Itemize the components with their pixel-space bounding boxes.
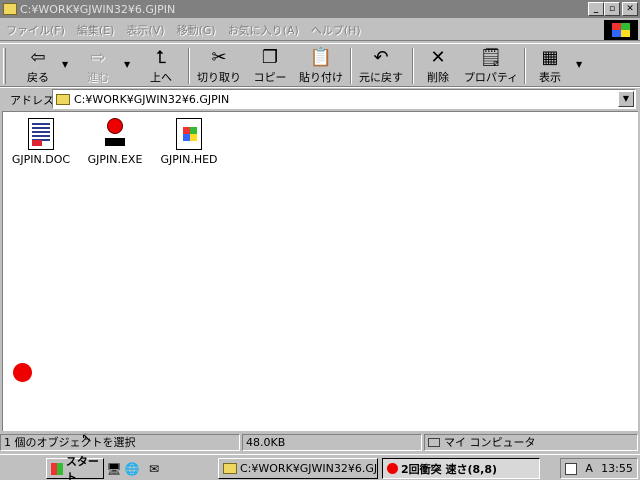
desktop-icon[interactable]: 🖥 <box>106 461 122 477</box>
menu-bar: ファイル(F) 編集(E) 表示(V) 移動(G) お気に入り(A) ヘルプ(H… <box>0 19 640 41</box>
red-ball[interactable] <box>13 363 32 382</box>
ime-indicator[interactable]: A <box>585 462 593 475</box>
address-bar: アドレス C:¥WORK¥GJWIN32¥6.GJPIN ▼ <box>0 87 640 109</box>
taskbar-explorer-task[interactable]: C:¥WORK¥GJWIN32¥6.GJ... <box>218 458 378 479</box>
status-size: 48.0KB <box>242 434 422 451</box>
computer-icon <box>428 438 440 447</box>
title-bar[interactable]: C:¥WORK¥GJWIN32¥6.GJPIN _ ▫ ✕ <box>0 0 640 18</box>
toolbar-separator <box>188 48 190 84</box>
folder-icon <box>3 3 17 15</box>
delete-button[interactable]: ✕ 削除 <box>420 47 456 85</box>
file-item-exe[interactable]: GJPIN.EXE <box>77 118 153 166</box>
forward-arrow-icon: ⇨ <box>90 47 106 68</box>
menu-go[interactable]: 移動(G) <box>177 22 216 38</box>
undo-button[interactable]: ↶ 元に戻す <box>358 47 404 85</box>
view-list-icon: ▦ <box>541 47 559 68</box>
status-location: マイ コンピュータ <box>424 434 638 451</box>
address-label: アドレス <box>10 94 54 107</box>
document-icon <box>28 118 54 150</box>
forward-button[interactable]: ⇨ 進む <box>78 47 118 85</box>
file-name: GJPIN.DOC <box>11 153 71 166</box>
status-selection: 1 個のオブジェクトを選択 <box>0 434 240 451</box>
menu-edit[interactable]: 編集(E) <box>77 22 115 38</box>
windows-logo-icon <box>51 462 63 475</box>
close-button[interactable]: ✕ <box>622 2 638 16</box>
forward-dropdown-icon[interactable]: ▼ <box>124 60 130 69</box>
menu-view[interactable]: 表示(V) <box>126 22 164 38</box>
windows-logo-icon <box>604 20 638 40</box>
up-button[interactable]: ⮤ 上へ <box>142 47 180 85</box>
taskbar: スタート 🖥 🌐 ✉ C:¥WORK¥GJWIN32¥6.GJ... 2回衝突 … <box>0 454 640 480</box>
taskbar-game-task[interactable]: 2回衝突 速さ(8,8) <box>382 458 540 479</box>
toolbar: ⇦ 戻る ▼ ⇨ 進む ▼ ⮤ 上へ ✂ 切り取り ❐ コピー 📋 貼り付け ↶… <box>0 43 640 87</box>
window-title: C:¥WORK¥GJWIN32¥6.GJPIN <box>20 2 176 16</box>
network-icon[interactable] <box>565 462 578 475</box>
file-name: GJPIN.EXE <box>87 153 143 166</box>
outlook-icon[interactable]: ✉ <box>146 461 162 477</box>
delete-x-icon: ✕ <box>430 47 446 68</box>
clock[interactable]: 13:55 <box>601 462 633 475</box>
red-ball-icon <box>387 463 398 474</box>
properties-icon: 🗒 <box>479 47 503 68</box>
minimize-button[interactable]: _ <box>588 2 604 16</box>
clipboard-icon: 📋 <box>309 47 333 68</box>
address-value[interactable]: C:¥WORK¥GJWIN32¥6.GJPIN <box>74 93 229 106</box>
file-view[interactable]: GJPIN.DOC GJPIN.EXE GJPIN.HED ↖ <box>2 111 638 446</box>
start-button[interactable]: スタート <box>46 455 104 480</box>
menu-help[interactable]: ヘルプ(H) <box>311 22 361 38</box>
scissors-icon: ✂ <box>211 47 227 68</box>
file-name: GJPIN.HED <box>160 153 218 166</box>
view-dropdown-icon[interactable]: ▼ <box>576 60 582 69</box>
cut-button[interactable]: ✂ 切り取り <box>196 47 242 85</box>
toolbar-separator <box>524 48 526 84</box>
maximize-button[interactable]: ▫ <box>604 2 620 16</box>
browser-icon[interactable]: 🌐 <box>124 461 140 477</box>
red-ball-exe-icon <box>100 118 130 150</box>
toolbar-grip[interactable] <box>3 48 6 84</box>
toolbar-separator <box>350 48 352 84</box>
system-tray: A 13:55 <box>560 458 638 479</box>
file-item-hed[interactable]: GJPIN.HED <box>151 118 227 166</box>
window-controls: _ ▫ ✕ <box>588 2 638 16</box>
menu-file[interactable]: ファイル(F) <box>6 22 65 38</box>
copy-icon: ❐ <box>261 47 279 68</box>
properties-button[interactable]: 🗒 プロパティ <box>464 47 518 85</box>
windows-help-icon <box>176 118 202 150</box>
up-folder-icon: ⮤ <box>155 47 167 68</box>
back-arrow-icon: ⇦ <box>30 47 46 68</box>
copy-button[interactable]: ❐ コピー <box>252 47 288 85</box>
back-dropdown-icon[interactable]: ▼ <box>62 60 68 69</box>
toolbar-separator <box>412 48 414 84</box>
address-field[interactable]: C:¥WORK¥GJWIN32¥6.GJPIN ▼ <box>52 89 636 109</box>
folder-icon <box>56 93 70 105</box>
status-bar: 1 個のオブジェクトを選択 48.0KB マイ コンピュータ <box>0 433 640 452</box>
view-button[interactable]: ▦ 表示 <box>532 47 568 85</box>
paste-button[interactable]: 📋 貼り付け <box>298 47 344 85</box>
undo-icon: ↶ <box>373 47 389 68</box>
menu-favorites[interactable]: お気に入り(A) <box>228 22 299 38</box>
back-button[interactable]: ⇦ 戻る <box>18 47 58 85</box>
folder-icon <box>223 463 237 474</box>
address-dropdown-icon[interactable]: ▼ <box>618 91 634 107</box>
file-item-doc[interactable]: GJPIN.DOC <box>3 118 79 166</box>
